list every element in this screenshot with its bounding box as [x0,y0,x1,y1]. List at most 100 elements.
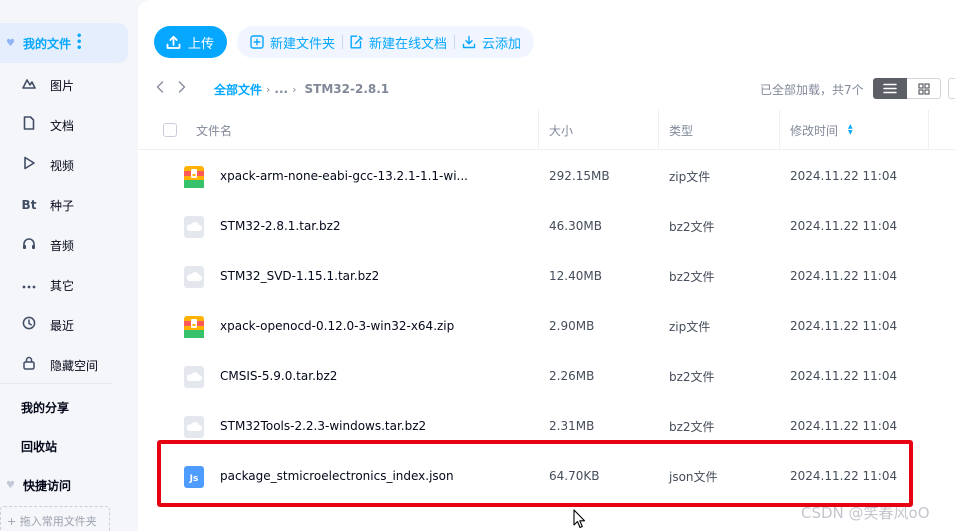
new-online-doc-label: 新建在线文档 [369,36,448,52]
sidebar-item-label: 隐藏空间 [50,358,99,373]
torrent-icon: Bt [21,198,37,212]
watermark: CSDN @笑春风oO [801,504,930,522]
file-size: 2.26MB [549,369,595,383]
forward-arrow-icon[interactable] [178,81,200,97]
file-size: 12.40MB [549,269,602,283]
file-size: 46.30MB [549,219,602,233]
headphones-icon [21,237,37,254]
sidebar-item-label: 我的文件 [23,36,72,51]
sidebar-item-quick-access[interactable]: ♥ 快捷访问 [0,465,128,505]
sidebar-item-images[interactable]: 图片 [0,65,128,105]
file-name[interactable]: xpack-openocd-0.12.0-3-win32-x64.zip [220,301,454,351]
sidebar-item-recycle-bin[interactable]: 回收站 [0,426,128,466]
upload-icon [166,35,181,49]
upload-button[interactable]: 上传 [154,26,228,58]
sidebar-item-audio[interactable]: 音频 [0,225,128,265]
grid-view-button[interactable] [907,78,941,99]
cloud-add-button[interactable]: 云添加 [455,33,528,52]
new-online-doc-button[interactable]: 新建在线文档 [343,33,454,52]
file-size: 64.70KB [549,469,600,483]
sidebar-divider [0,383,112,384]
column-divider [658,110,659,150]
sidebar-item-my-share[interactable]: 我的分享 [0,387,128,427]
new-folder-label: 新建文件夹 [270,36,336,52]
heart-icon: ♥ [6,37,15,49]
mouse-cursor-icon [573,509,586,529]
header-modified[interactable]: 修改时间 ▲ ▼ [790,110,853,150]
breadcrumb-root[interactable]: 全部文件 [214,81,262,98]
add-folder-icon [250,35,264,49]
lock-icon [21,356,37,374]
file-icon [184,266,204,288]
edit-document-icon [350,35,363,49]
file-name[interactable]: xpack-arm-none-eabi-gcc-13.2.1-1.1-wi... [220,151,468,201]
column-divider [779,110,780,150]
header-type[interactable]: 类型 [669,110,693,150]
main-panel: 上传 新建文件夹 新建在线文档 云添加 全部文件 › ... › STM32-2… [138,0,955,531]
file-name[interactable]: package_stmicroelectronics_index.json [220,451,454,501]
new-folder-button[interactable]: 新建文件夹 [243,33,342,52]
document-icon [21,116,37,134]
sidebar-item-torrents[interactable]: Bt 种子 [0,185,128,225]
file-name[interactable]: CMSIS-5.9.0.tar.bz2 [220,351,337,401]
file-name[interactable]: STM32_SVD-1.15.1.tar.bz2 [220,251,379,301]
sidebar-item-other[interactable]: 其它 [0,265,128,305]
chevron-right-icon: › [266,82,271,96]
file-modified-time: 2024.11.22 11:04 [790,419,898,433]
list-view-button[interactable] [873,78,907,99]
more-view-options-button[interactable] [948,78,955,99]
table-row[interactable]: STM32_SVD-1.15.1.tar.bz2 12.40MB bz2文件 2024… [138,251,955,301]
download-icon [462,35,476,49]
table-row[interactable]: xpack-openocd-0.12.0-3-win32-x64.zip 2.90… [138,301,955,351]
zip-icon [184,166,204,188]
sidebar-item-videos[interactable]: 视频 [0,145,128,185]
table-row[interactable]: STM32Tools-2.2.3-windows.tar.bz2 2.31MB bz… [138,401,955,451]
breadcrumb-ellipsis[interactable]: ... [274,82,288,96]
sidebar-item-label: 图片 [50,78,75,93]
file-modified-time: 2024.11.22 11:04 [790,469,898,483]
table-row[interactable]: STM32-2.8.1.tar.bz2 46.30MB bz2文件 2024.11.2… [138,201,955,251]
file-modified-time: 2024.11.22 11:04 [790,269,898,283]
zip-icon [184,316,204,338]
table-row[interactable]: xpack-arm-none-eabi-gcc-13.2.1-1.1-wi...… [138,151,955,201]
file-modified-time: 2024.11.22 11:04 [790,319,898,333]
file-icon [184,366,204,388]
table-row[interactable]: Js package_stmicroelectronics_index.json 6… [138,451,955,501]
sidebar-item-label: 音频 [50,238,75,253]
grid-icon [917,82,930,95]
table-row[interactable]: CMSIS-5.9.0.tar.bz2 2.26MB bz2文件 2024.11.22… [138,351,955,401]
sidebar-item-hidden-space[interactable]: 隐藏空间 [0,345,128,385]
column-divider [538,110,539,150]
select-all-checkbox[interactable] [163,123,177,137]
header-size[interactable]: 大小 [549,110,573,150]
sidebar-item-my-files[interactable]: ♥ 我的文件 • • • [0,23,128,63]
clock-icon [21,316,37,334]
file-type: bz2文件 [669,269,715,284]
view-switch [873,78,941,99]
file-name[interactable]: STM32Tools-2.2.3-windows.tar.bz2 [220,401,426,451]
sort-icon[interactable]: ▲ ▼ [848,124,853,136]
sidebar-item-label: 种子 [50,198,75,213]
sidebar-item-label: 最近 [50,318,75,333]
sidebar-item-recent[interactable]: 最近 [0,305,128,345]
list-icon [883,83,897,94]
sidebar-item-label: 我的分享 [21,400,70,415]
js-icon: Js [184,466,204,488]
file-type: json文件 [669,469,718,484]
file-name[interactable]: STM32-2.8.1.tar.bz2 [220,201,341,251]
quick-access-drop-zone[interactable]: + 拖入常用文件夹 [0,506,110,531]
header-name[interactable]: 文件名 [196,110,232,150]
svg-text:Js: Js [189,474,199,484]
toolbar-actions: 新建文件夹 新建在线文档 云添加 [237,26,535,58]
cloud-add-label: 云添加 [482,36,522,52]
sidebar-item-documents[interactable]: 文档 [0,105,128,145]
back-arrow-icon[interactable] [156,81,178,97]
file-icon [184,216,204,238]
file-icon [184,416,204,438]
toolbar: 上传 新建文件夹 新建在线文档 云添加 [154,26,535,58]
sidebar-item-label: 回收站 [21,439,58,454]
kebab-menu-icon[interactable]: • • • [76,32,82,54]
header-modified-label: 修改时间 [790,123,839,138]
file-modified-time: 2024.11.22 11:04 [790,369,898,383]
file-modified-time: 2024.11.22 11:04 [790,169,898,183]
